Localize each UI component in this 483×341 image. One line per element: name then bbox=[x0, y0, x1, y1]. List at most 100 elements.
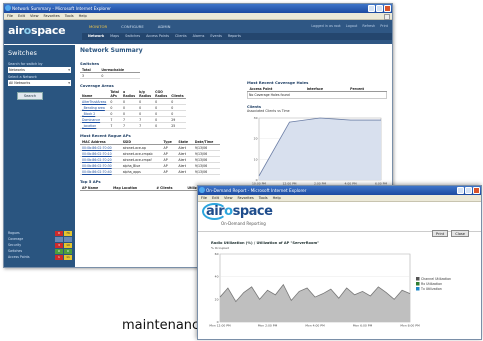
close-report-button[interactable]: Close bbox=[451, 230, 469, 237]
column-header: b/g Radios bbox=[137, 89, 154, 99]
top-links: Logged in as root Logout Refresh Print bbox=[311, 24, 388, 28]
logged-in-text: Logged in as root bbox=[311, 24, 341, 28]
menu-edit[interactable]: Edit bbox=[212, 195, 219, 201]
subnav-clients[interactable]: Clients bbox=[175, 33, 187, 40]
tab-configure[interactable]: CONFIGURE bbox=[121, 24, 144, 29]
coverage-area-link[interactable]: _location bbox=[80, 122, 109, 129]
minimize-button[interactable] bbox=[368, 5, 375, 12]
window-title-bar[interactable]: Network Summary - Microsoft Internet Exp… bbox=[4, 4, 392, 13]
window-title-bar[interactable]: On-Demand Report - Microsoft Internet Ex… bbox=[198, 186, 481, 195]
alarm-count-critical[interactable]: 3 bbox=[55, 242, 63, 248]
close-button[interactable] bbox=[473, 187, 480, 194]
x-tick-label: Mon 12:00 PM bbox=[209, 324, 231, 328]
x-tick-label: Mon 2:00 PM bbox=[258, 324, 278, 328]
report-header: airospace On-Demand Reporting bbox=[198, 202, 481, 232]
y-tick-label: 10 bbox=[254, 157, 258, 161]
legend-label: Tx Utilization bbox=[420, 287, 442, 291]
alarm-count-minor[interactable]: 11 bbox=[64, 254, 72, 260]
utilization-chart-title: Radio Utilization (%) / Utilization of A… bbox=[211, 241, 320, 245]
menu-bar: File Edit View Favorites Tools Help bbox=[4, 13, 392, 20]
subnav-reports[interactable]: Reports bbox=[228, 33, 241, 40]
sidebar: Switches Search for switch by Networks S… bbox=[4, 45, 75, 267]
table-row: No Coverage Holes found bbox=[247, 91, 387, 99]
rogue-aps-title: Most Recent Rogue APs bbox=[80, 133, 131, 138]
maximize-button[interactable] bbox=[465, 187, 472, 194]
print-link[interactable]: Print bbox=[380, 24, 388, 28]
alarm-count-critical[interactable]: 0 bbox=[55, 230, 63, 236]
menu-tools[interactable]: Tools bbox=[65, 13, 74, 19]
right-column: Most Recent Coverage Holes Access Point … bbox=[247, 76, 387, 191]
switches-title: Switches bbox=[80, 61, 100, 66]
switches-table: Total Unreachable 3 0 bbox=[80, 67, 140, 79]
browser-icon bbox=[199, 187, 205, 193]
subnav-events[interactable]: Events bbox=[210, 33, 221, 40]
y-tick-label: 20 bbox=[215, 297, 219, 301]
menu-favorites[interactable]: Favorites bbox=[44, 13, 60, 19]
print-button[interactable]: Print bbox=[431, 230, 449, 237]
sub-nav: Network Maps Switches Access Points Clie… bbox=[82, 33, 392, 40]
refresh-link[interactable]: Refresh bbox=[362, 24, 375, 28]
coverage-holes-table: Access Point Interface Percent No Covera… bbox=[247, 86, 387, 99]
menu-edit[interactable]: Edit bbox=[18, 13, 25, 19]
menu-view[interactable]: View bbox=[30, 13, 39, 19]
legend-label: Channel Utilization bbox=[421, 277, 451, 281]
subnav-alarms[interactable]: Alarms bbox=[193, 33, 205, 40]
alarm-row-access-points[interactable]: Access Points 1 11 bbox=[8, 254, 72, 260]
minimize-button[interactable] bbox=[457, 187, 464, 194]
close-button[interactable] bbox=[384, 5, 391, 12]
top-aps-title: Top 5 APs bbox=[80, 179, 101, 184]
coverage-holes-title: Most Recent Coverage Holes bbox=[247, 80, 309, 85]
rogue-aps-table: MAC Address SSID Type State Date/Time 00… bbox=[80, 139, 220, 175]
menu-view[interactable]: View bbox=[224, 195, 233, 201]
legend-swatch bbox=[416, 282, 420, 286]
column-header: AP Name bbox=[80, 185, 112, 191]
search-by-select[interactable]: Networks bbox=[8, 67, 71, 73]
search-button[interactable]: Search bbox=[17, 92, 43, 100]
empty-message: No Coverage Holes found bbox=[247, 91, 387, 99]
coverage-area-link[interactable]: AlterTrustAreas bbox=[80, 98, 109, 105]
alarm-count-critical[interactable] bbox=[55, 236, 63, 242]
coverage-area-link[interactable]: _Bending area bbox=[80, 104, 109, 111]
menu-file[interactable]: File bbox=[7, 13, 13, 19]
left-column: Switches Total Unreachable 3 0 Coverage … bbox=[80, 57, 220, 191]
menu-file[interactable]: File bbox=[201, 195, 207, 201]
y-tick-label: 30 bbox=[254, 116, 258, 120]
alarm-count-critical[interactable]: 0 bbox=[55, 248, 63, 254]
report-actions: Print Close bbox=[431, 230, 469, 237]
column-header: CGO Radios bbox=[153, 89, 170, 99]
menu-bar: File Edit View Favorites Tools Help bbox=[198, 195, 481, 202]
subnav-network[interactable]: Network bbox=[88, 33, 104, 40]
alarm-count-minor[interactable]: 76 bbox=[64, 230, 72, 236]
menu-help[interactable]: Help bbox=[273, 195, 281, 201]
clients-chart-subtitle: Associated Clients vs Time bbox=[247, 109, 290, 113]
browser-icon bbox=[5, 5, 11, 11]
alarm-count-minor[interactable] bbox=[64, 236, 72, 242]
subnav-maps[interactable]: Maps bbox=[110, 33, 119, 40]
menu-tools[interactable]: Tools bbox=[259, 195, 268, 201]
menu-help[interactable]: Help bbox=[79, 13, 87, 19]
sidebar-heading: Switches bbox=[8, 49, 37, 57]
table-row[interactable]: _location 7 7 7 0 25 bbox=[80, 122, 186, 129]
tab-monitor[interactable]: MONITOR bbox=[89, 24, 107, 29]
top-nav: MONITOR CONFIGURE ADMIN bbox=[89, 24, 170, 29]
logout-link[interactable]: Logout bbox=[346, 24, 358, 28]
network-select[interactable]: All Networks bbox=[8, 80, 71, 86]
x-tick-label: Mon 6:00 PM bbox=[353, 324, 373, 328]
clients-area-chart: 010203010:00 PM 12:00 PM 2:00 PM 4:00 PM 6:0… bbox=[252, 116, 387, 186]
subnav-switches[interactable]: Switches bbox=[125, 33, 140, 40]
tab-admin[interactable]: ADMIN bbox=[158, 24, 171, 29]
alarm-count-critical[interactable]: 1 bbox=[55, 254, 63, 260]
column-header: Total APs bbox=[108, 89, 122, 99]
subnav-access-points[interactable]: Access Points bbox=[146, 33, 169, 40]
rogue-mac-link[interactable]: 00:0b:86:02:70:40 bbox=[80, 168, 121, 175]
caption-text-2: ... bbox=[150, 335, 171, 341]
alarm-count-minor[interactable]: 0 bbox=[64, 248, 72, 254]
y-tick-label: 40 bbox=[215, 275, 219, 279]
maximize-button[interactable] bbox=[376, 5, 383, 12]
menu-favorites[interactable]: Favorites bbox=[238, 195, 254, 201]
alarm-summary: Rogues 0 76 Coverage Security 3 10 Switc… bbox=[8, 230, 72, 260]
table-row[interactable]: 00:0b:86:02:70:40 alpha_apps AP Alert 9/… bbox=[80, 168, 220, 175]
alarm-count-minor[interactable]: 10 bbox=[64, 242, 72, 248]
windows-flag-icon bbox=[384, 13, 390, 20]
page-title: Network Summary bbox=[80, 47, 143, 54]
